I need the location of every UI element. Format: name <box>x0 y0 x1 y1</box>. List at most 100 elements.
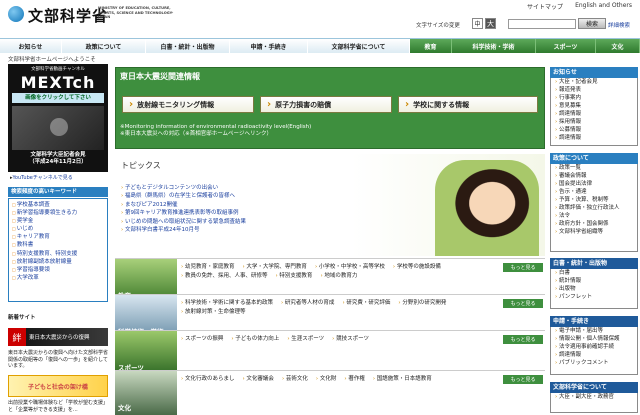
topic-link[interactable]: 福島県（群馬県）の在学生と保護者の皆様へ <box>125 193 235 199</box>
right-link[interactable]: 統計情報 <box>555 277 637 285</box>
keyword-link[interactable]: 学習指導要領 <box>17 267 50 273</box>
nuclear-compensation-button[interactable]: 原子力損害の賠償 <box>260 96 392 113</box>
right-news-heading[interactable]: お知らせ <box>550 67 638 78</box>
recovery-banner[interactable]: 絆東日本大震災からの復興 <box>8 328 108 346</box>
right-link[interactable]: 意見募集 <box>555 102 637 110</box>
category-image[interactable]: 文化 <box>115 371 177 415</box>
video-thumbnail[interactable] <box>12 106 104 150</box>
right-white-heading[interactable]: 白書・統計・出版物 <box>550 258 638 269</box>
category-link[interactable]: 科学技術・学術に関する基本的政策 <box>181 299 273 308</box>
category-link[interactable]: 研究費・研究評価 <box>342 299 390 308</box>
topic-link[interactable]: いじめの問題への取組状況に関する緊急調査結果 <box>125 219 246 225</box>
right-link[interactable]: 告示・通達 <box>555 188 637 196</box>
category-link[interactable]: 大学・大学院、専門教育 <box>242 263 307 272</box>
school-info-button[interactable]: 学校に関する情報 <box>398 96 538 113</box>
nav-news[interactable]: お知らせ <box>0 39 62 53</box>
youtube-link-text[interactable]: YouTubeチャンネルで見る <box>13 175 73 181</box>
category-link[interactable]: 放射線対策・生命倫理等 <box>181 308 246 317</box>
logo-text[interactable]: 文部科学省 <box>28 5 108 26</box>
right-link[interactable]: 大臣・副大臣・政務官 <box>555 393 637 401</box>
search-button[interactable]: 検索 <box>578 18 606 29</box>
keyword-item[interactable]: キャリア教育 <box>12 233 104 241</box>
topic-item[interactable]: いじめの問題への取組状況に関する緊急調査結果 <box>121 218 246 226</box>
more-button[interactable]: もっと見る <box>503 335 543 344</box>
category-link[interactable]: 著作権 <box>344 375 365 384</box>
right-link[interactable]: 調達情報 <box>555 110 637 118</box>
category-link[interactable]: 地域の教育力 <box>320 272 357 281</box>
topic-link[interactable]: 第9回キャリア教育推進連携表彰等の取組事例 <box>125 210 239 216</box>
category-image[interactable]: スポーツ <box>115 331 177 375</box>
category-link[interactable]: 分野別の研究開発 <box>398 299 446 308</box>
keyword-link[interactable]: いじめ <box>17 226 34 232</box>
category-link[interactable]: 学校等の施設設備 <box>393 263 441 272</box>
nav-about[interactable]: 文部科学省について <box>308 39 410 53</box>
right-link[interactable]: 出版物 <box>555 285 637 293</box>
topic-item[interactable]: 文部科学白書平成24年10月号 <box>121 226 246 234</box>
category-link[interactable]: 特別支援教育 <box>275 272 312 281</box>
right-link[interactable]: 政策評価・独立行政法人 <box>555 204 637 212</box>
search-input[interactable] <box>508 19 576 29</box>
keyword-item[interactable]: 特別支援教育、特別支援 <box>12 250 104 258</box>
right-link[interactable]: パンフレット <box>555 293 637 301</box>
right-link[interactable]: 政策一覧 <box>555 164 637 172</box>
right-link[interactable]: 電子申請・届出等 <box>555 327 637 335</box>
topic-item[interactable]: 福島県（群馬県）の在学生と保護者の皆様へ <box>121 192 246 200</box>
mext-logo-icon[interactable] <box>8 6 24 22</box>
right-link[interactable]: 公募情報 <box>555 126 637 134</box>
topic-item[interactable]: 第9回キャリア教育推進連携表彰等の取組事例 <box>121 209 246 217</box>
keyword-item[interactable]: 教科書 <box>12 241 104 249</box>
keyword-item[interactable]: 大学改革 <box>12 274 104 282</box>
right-link[interactable]: 国会提出法律 <box>555 180 637 188</box>
topic-item[interactable]: まなびピア2012開催 <box>121 201 246 209</box>
earthquake-title[interactable]: 東日本大震災関連情報 <box>120 71 200 82</box>
right-link[interactable]: 予算・決算、税制等 <box>555 196 637 204</box>
nav-apply[interactable]: 申請・手続き <box>230 39 308 53</box>
keyword-link[interactable]: キャリア教育 <box>17 234 50 240</box>
keyword-item[interactable]: 学校基本調査 <box>12 201 104 209</box>
keyword-item[interactable]: いじめ <box>12 225 104 233</box>
right-link[interactable]: 法令適用事前確認手続 <box>555 343 637 351</box>
right-link[interactable]: 法令 <box>555 212 637 220</box>
nav-sports[interactable]: スポーツ <box>536 39 596 53</box>
category-link[interactable]: 小学校・中学校・高等学校 <box>315 263 385 272</box>
category-link[interactable]: 生涯スポーツ <box>287 335 324 344</box>
category-link[interactable]: 研究者等人材の育成 <box>281 299 335 308</box>
topic-link[interactable]: 文部科学白書平成24年10月号 <box>125 227 200 233</box>
sitemap-link[interactable]: サイトマップ <box>527 2 563 11</box>
right-link[interactable]: 行事案内 <box>555 94 637 102</box>
keyword-item[interactable]: 奨学金 <box>12 217 104 225</box>
category-link[interactable]: 文化行政のあらまし <box>181 375 235 384</box>
category-link[interactable]: 幼児教育・家庭教育 <box>181 263 235 272</box>
topic-item[interactable]: 子どもとデジタルコンテンツの出会い <box>121 184 246 192</box>
keyword-item[interactable]: 学習指導要領 <box>12 266 104 274</box>
play-icon[interactable] <box>50 118 68 136</box>
more-button[interactable]: もっと見る <box>503 375 543 384</box>
right-link[interactable]: 大臣・記者会見 <box>555 78 637 86</box>
right-link[interactable]: 採用情報 <box>555 118 637 126</box>
youtube-link[interactable]: ▸YouTubeチャンネルで見る <box>10 174 73 181</box>
category-link[interactable]: 国語施策・日本語教育 <box>373 375 432 384</box>
nav-whitepaper[interactable]: 白書・統計・出版物 <box>146 39 230 53</box>
nav-education[interactable]: 教育 <box>410 39 452 53</box>
nav-culture[interactable]: 文化 <box>596 39 640 53</box>
category-link[interactable]: 子どもの体力向上 <box>231 335 279 344</box>
keyword-link[interactable]: 新学習指導要領生きる力 <box>17 210 77 216</box>
keyword-link[interactable]: 特別支援教育、特別支援 <box>17 251 78 257</box>
mext-channel-banner[interactable]: 文部科学省動画チャンネル MEXTch 画像をクリックして下さい 文部科学大臣記… <box>8 64 108 172</box>
category-link[interactable]: 競技スポーツ <box>332 335 369 344</box>
category-link[interactable]: 芸術文化 <box>282 375 308 384</box>
fontsize-medium-button[interactable]: 中 <box>472 18 483 29</box>
category-link[interactable]: 教員の免許、採用、人事、研修等 <box>181 272 268 281</box>
keyword-link[interactable]: 奨学金 <box>17 218 34 224</box>
keyword-link[interactable]: 大学改革 <box>17 275 39 281</box>
right-policy-heading[interactable]: 政策について <box>550 153 638 164</box>
right-link[interactable]: パブリックコメント <box>555 359 637 367</box>
more-button[interactable]: もっと見る <box>503 263 543 272</box>
english-link[interactable]: English and Others <box>575 2 632 11</box>
kantei-link[interactable]: ※東日本大震災への対応（※首相官邸ホームページへリンク） <box>120 131 311 138</box>
right-link[interactable]: 審議会情報 <box>555 172 637 180</box>
advanced-search-link[interactable]: 詳細検索 <box>608 21 630 29</box>
kodomo-banner[interactable]: 子どもと社会の架け橋 <box>8 375 108 397</box>
topic-link[interactable]: まなびピア2012開催 <box>125 202 178 208</box>
keyword-link[interactable]: 学校基本調査 <box>17 202 50 208</box>
